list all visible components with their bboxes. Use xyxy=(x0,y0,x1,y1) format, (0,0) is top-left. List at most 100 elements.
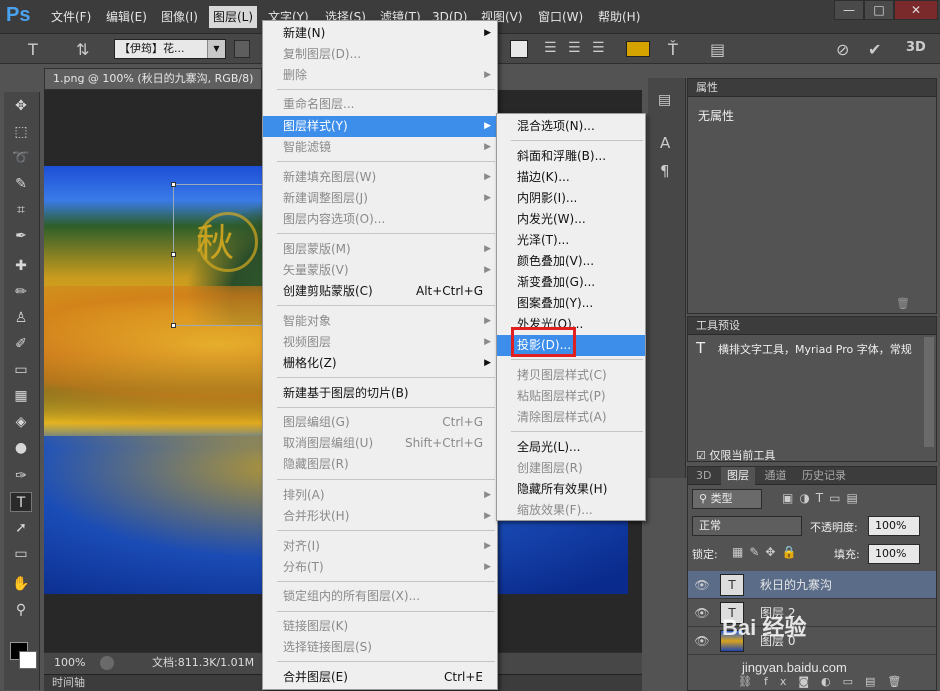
tool-preset-item[interactable]: 横排文字工具，Myriad Pro 字体，常规 xyxy=(718,341,920,357)
path-select-tool-icon[interactable]: ➚ xyxy=(10,518,32,538)
menu-item[interactable]: 图层编组(G) Ctrl+G xyxy=(263,412,497,433)
trash-icon[interactable]: 🗑 xyxy=(896,297,910,310)
blend-mode-select[interactable]: 正常 xyxy=(692,516,802,536)
menu-item[interactable]: 图层内容选项(O)... xyxy=(263,209,497,230)
visibility-eye-icon[interactable]: 👁 xyxy=(694,571,710,599)
gradient-tool-icon[interactable]: ▦ xyxy=(10,386,32,406)
character-panel-icon[interactable]: A xyxy=(660,134,670,152)
status-menu-icon[interactable] xyxy=(100,656,114,670)
align-center-icon[interactable]: ☰ xyxy=(568,40,581,56)
transform-handle[interactable] xyxy=(171,182,176,187)
menu-item[interactable]: 复制图层(D)... xyxy=(263,44,497,65)
document-tab[interactable]: 1.png @ 100% (秋日的九寨沟, RGB/8) xyxy=(44,68,262,90)
minimize-button[interactable]: — xyxy=(834,0,864,20)
tab-history[interactable]: 历史记录 xyxy=(796,467,852,485)
transform-bounding-box[interactable] xyxy=(171,182,267,328)
clone-stamp-tool-icon[interactable]: ♙ xyxy=(10,308,32,328)
menu-item[interactable]: 分布(T) ▶ xyxy=(263,557,497,578)
close-button[interactable]: ✕ xyxy=(894,0,938,20)
shape-tool-icon[interactable]: ▭ xyxy=(10,544,32,564)
menu-layer[interactable]: 图层(L) xyxy=(209,6,258,28)
filter-icons[interactable]: ▣◑T▭▤ xyxy=(782,491,864,505)
pen-tool-icon[interactable]: ✑ xyxy=(10,466,32,486)
menu-item[interactable]: 取消图层编组(U) Shift+Ctrl+G xyxy=(263,433,497,454)
menu-item[interactable]: 全局光(L)... xyxy=(497,437,645,458)
layer-actions-bar[interactable]: ⛓fx◙◐▭▤🗑 xyxy=(738,675,913,688)
menu-item[interactable]: 创建图层(R) xyxy=(497,458,645,479)
menu-item[interactable]: 重命名图层... xyxy=(263,94,497,115)
menu-item[interactable]: 链接图层(K) xyxy=(263,616,497,637)
type-tool-icon[interactable]: T xyxy=(10,492,32,512)
menu-item[interactable]: 排列(A) ▶ xyxy=(263,485,497,506)
menu-item[interactable]: 删除 ▶ xyxy=(263,65,497,86)
align-left-icon[interactable]: ☰ xyxy=(544,40,557,56)
menu-item[interactable]: 粘贴图层样式(P) xyxy=(497,386,645,407)
eraser-tool-icon[interactable]: ▭ xyxy=(10,360,32,380)
quick-select-tool-icon[interactable]: ✎ xyxy=(10,174,32,194)
text-color-swatch[interactable] xyxy=(626,41,650,57)
visibility-eye-icon[interactable]: 👁 xyxy=(694,599,710,627)
dodge-tool-icon[interactable]: ● xyxy=(10,438,32,458)
menu-item[interactable]: 新建基于图层的切片(B) xyxy=(263,383,497,404)
menu-item[interactable]: 内发光(W)... xyxy=(497,209,645,230)
3d-mode-button[interactable]: 3D xyxy=(906,40,926,55)
text-tool-preset-icon[interactable]: T xyxy=(28,40,38,59)
history-panel-icon[interactable]: ▤ xyxy=(658,92,671,108)
menu-item[interactable]: 合并形状(H) ▶ xyxy=(263,506,497,527)
menu-item[interactable]: 缩放效果(F)... xyxy=(497,500,645,521)
font-style-select[interactable] xyxy=(234,40,250,58)
menu-item[interactable]: 合并图层(E) Ctrl+E xyxy=(263,667,497,688)
layer-filter-select[interactable]: ⚲ 类型 xyxy=(692,489,762,509)
lock-icons[interactable]: ▦✎✥🔒 xyxy=(732,545,802,559)
menu-item[interactable]: 矢量蒙版(V) ▶ xyxy=(263,260,497,281)
character-panel-icon[interactable]: ▤ xyxy=(710,40,725,59)
menu-item[interactable]: 对齐(I) ▶ xyxy=(263,536,497,557)
menu-item[interactable]: 创建剪贴蒙版(C) Alt+Ctrl+G xyxy=(263,281,497,302)
transform-handle[interactable] xyxy=(171,323,176,328)
history-brush-tool-icon[interactable]: ✐ xyxy=(10,334,32,354)
menu-item[interactable]: 图层样式(Y) ▶ xyxy=(263,116,497,137)
menu-item[interactable]: 图层蒙版(M) ▶ xyxy=(263,239,497,260)
menu-item[interactable]: 拷贝图层样式(C) xyxy=(497,365,645,386)
restore-button[interactable]: □ xyxy=(864,0,894,20)
visibility-eye-icon[interactable]: 👁 xyxy=(694,627,710,655)
marquee-tool-icon[interactable]: ⬚ xyxy=(10,122,32,142)
menu-item[interactable]: 新建调整图层(J) ▶ xyxy=(263,188,497,209)
menu-window[interactable]: 窗口(W) xyxy=(538,8,583,26)
zoom-level[interactable]: 100% xyxy=(54,653,85,673)
menu-item[interactable]: 混合选项(N)... xyxy=(497,116,645,137)
blur-tool-icon[interactable]: ◈ xyxy=(10,412,32,432)
paragraph-panel-icon[interactable]: ¶ xyxy=(660,162,670,180)
menu-item[interactable]: 清除图层样式(A) xyxy=(497,407,645,428)
commit-icon[interactable]: ✔ xyxy=(868,40,881,59)
font-family-select[interactable]: 【伊筠】花... ▼ xyxy=(114,39,226,59)
menu-file[interactable]: 文件(F) xyxy=(51,8,91,26)
menu-item[interactable]: 智能滤镜 ▶ xyxy=(263,137,497,158)
menu-item[interactable]: 渐变叠加(G)... xyxy=(497,272,645,293)
menu-edit[interactable]: 编辑(E) xyxy=(106,8,147,26)
menu-item[interactable]: 斜面和浮雕(B)... xyxy=(497,146,645,167)
fill-field[interactable]: 100% xyxy=(868,544,920,564)
menu-item[interactable]: 锁定组内的所有图层(X)... xyxy=(263,586,497,607)
menu-item[interactable]: 选择链接图层(S) xyxy=(263,637,497,658)
current-tool-only-checkbox[interactable]: ☑ 仅限当前工具 xyxy=(696,447,775,463)
menu-item[interactable]: 新建填充图层(W) ▶ xyxy=(263,167,497,188)
menu-help[interactable]: 帮助(H) xyxy=(598,8,640,26)
menu-item[interactable]: 颜色叠加(V)... xyxy=(497,251,645,272)
opacity-field[interactable]: 100% xyxy=(868,516,920,536)
align-right-icon[interactable]: ☰ xyxy=(592,40,605,56)
tab-3d[interactable]: 3D xyxy=(690,467,717,485)
menu-item[interactable]: 视频图层 ▶ xyxy=(263,332,497,353)
hand-tool-icon[interactable]: ✋ xyxy=(10,574,32,594)
tab-channels[interactable]: 通道 xyxy=(758,467,792,485)
menu-item[interactable]: 栅格化(Z) ▶ xyxy=(263,353,497,374)
menu-item[interactable]: 新建(N) ▶ xyxy=(263,23,497,44)
transform-handle[interactable] xyxy=(171,252,176,257)
lasso-tool-icon[interactable]: ➰ xyxy=(10,148,32,168)
menu-item[interactable]: 描边(K)... xyxy=(497,167,645,188)
brush-tool-icon[interactable]: ✏ xyxy=(10,282,32,302)
scrollbar[interactable] xyxy=(924,337,934,447)
antialias-select[interactable] xyxy=(510,40,528,58)
zoom-tool-icon[interactable]: ⚲ xyxy=(10,600,32,620)
move-tool-icon[interactable]: ✥ xyxy=(10,96,32,116)
